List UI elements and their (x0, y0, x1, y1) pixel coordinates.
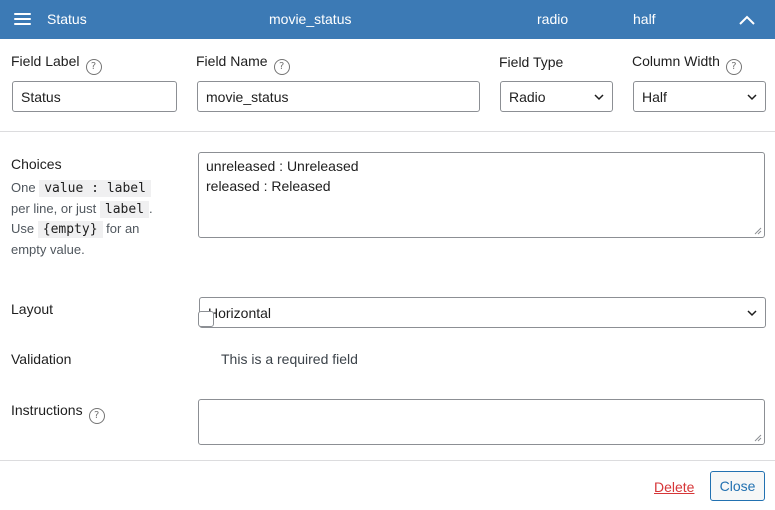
chevron-up-icon[interactable] (737, 10, 757, 30)
help-icon[interactable]: ? (88, 408, 105, 424)
desc-code: value : label (39, 180, 151, 197)
field-name-heading: Field Name? (196, 53, 290, 75)
field-label-heading: Field Label? (11, 53, 102, 75)
required-checkbox-label[interactable]: This is a required field (221, 351, 358, 367)
header-field-type: radio (537, 11, 569, 27)
column-width-text: Column Width (632, 53, 720, 69)
desc-text: Use (11, 221, 35, 236)
field-name-input[interactable]: movie_status (197, 81, 480, 112)
field-type-select[interactable]: Radio (500, 81, 613, 112)
column-width-heading: Column Width? (632, 53, 742, 75)
desc-text: empty value. (11, 241, 85, 257)
desc-code: {empty} (37, 221, 103, 238)
desc-text: per line, or just (11, 200, 97, 216)
field-type-value: Radio (509, 89, 546, 105)
delete-link[interactable]: Delete (654, 479, 694, 495)
field-type-heading: Field Type (499, 54, 564, 70)
field-name-text: Field Name (196, 53, 268, 69)
chevron-down-icon (747, 94, 757, 101)
chevron-down-icon (747, 310, 757, 317)
help-icon[interactable]: ? (725, 59, 742, 75)
desc-code: label (99, 200, 150, 218)
desc-text: . (149, 200, 153, 216)
close-button[interactable]: Close (710, 471, 765, 501)
field-label-text: Field Label (11, 53, 80, 69)
section-divider (0, 131, 775, 132)
instructions-heading: Instructions? (11, 402, 105, 424)
choices-description: One value : label per line, or just labe… (11, 178, 181, 259)
help-icon[interactable]: ? (85, 59, 102, 75)
choices-textarea[interactable]: unreleased : Unreleased released : Relea… (198, 152, 765, 238)
required-checkbox[interactable] (198, 311, 214, 327)
desc-text: One (11, 180, 36, 195)
layout-value: Horizontal (208, 305, 272, 321)
header-field-name: movie_status (269, 11, 352, 27)
header-column-width: half (633, 11, 656, 27)
choice-line: unreleased : Unreleased (206, 158, 359, 174)
header-field-label: Status (47, 11, 87, 27)
layout-label: Layout (11, 301, 54, 317)
layout-select[interactable]: Horizontal (199, 297, 766, 328)
help-icon[interactable]: ? (273, 59, 290, 75)
column-width-value: Half (642, 89, 667, 105)
field-label-input[interactable]: Status (12, 81, 177, 112)
desc-text: for an (106, 221, 140, 236)
chevron-down-icon (594, 94, 604, 101)
menu-icon[interactable] (14, 12, 32, 26)
validation-label: Validation (11, 351, 72, 367)
choice-line: released : Released (206, 178, 331, 194)
column-width-select[interactable]: Half (633, 81, 766, 112)
resize-grip-icon[interactable] (754, 434, 762, 442)
choices-label: Choices (11, 156, 62, 172)
field-header-bar[interactable]: Status movie_status radio half (0, 0, 775, 39)
resize-grip-icon[interactable] (754, 227, 762, 235)
instructions-textarea[interactable] (198, 399, 765, 445)
instructions-label: Instructions (11, 402, 83, 418)
